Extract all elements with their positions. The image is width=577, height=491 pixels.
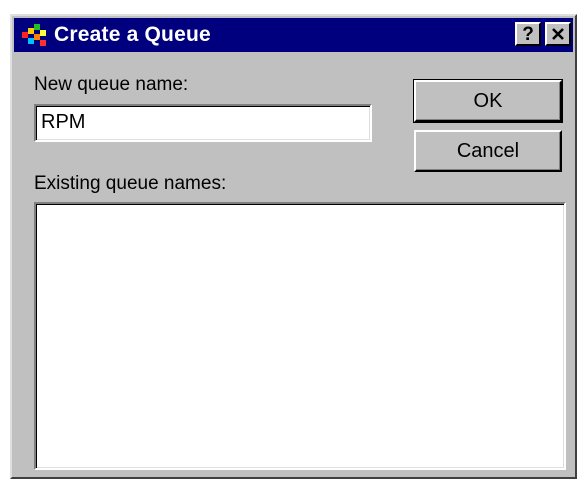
new-queue-name-label: New queue name: — [34, 74, 189, 95]
new-queue-name-input[interactable]: RPM — [34, 104, 372, 142]
title-buttons: ? — [515, 22, 571, 46]
title-bar[interactable]: Create a Queue ? — [14, 18, 573, 52]
help-button[interactable]: ? — [515, 22, 541, 46]
cancel-button[interactable]: Cancel — [414, 130, 562, 172]
ok-button[interactable]: OK — [413, 79, 563, 123]
close-button[interactable] — [545, 22, 571, 46]
create-queue-dialog: Create a Queue ? New queue name: RPM OK … — [10, 14, 577, 479]
close-icon — [552, 28, 564, 40]
window-title: Create a Queue — [54, 23, 211, 46]
existing-queue-names-label: Existing queue names: — [34, 173, 227, 194]
existing-queue-names-list[interactable] — [34, 202, 566, 470]
app-icon — [18, 20, 52, 50]
